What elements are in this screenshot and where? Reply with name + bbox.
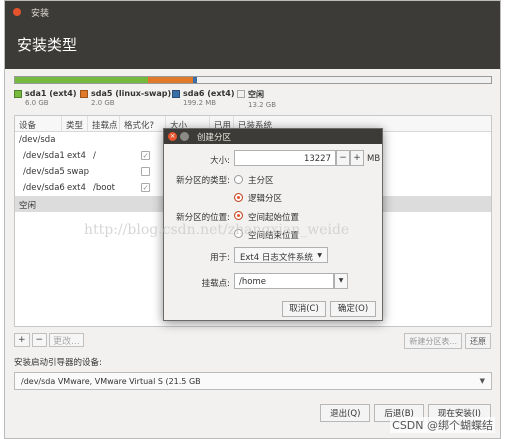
boot-device-label: 安装启动引导器的设备: xyxy=(14,358,102,368)
legend-swatch xyxy=(237,90,245,98)
use-as-label: 用于: xyxy=(210,253,230,263)
segment-sda5 xyxy=(148,77,193,83)
location-start-radio[interactable] xyxy=(234,211,243,220)
location-end-radio[interactable] xyxy=(234,229,243,238)
size-increment-button[interactable]: + xyxy=(350,150,364,166)
filesystem-value: Ext4 日志文件系统 xyxy=(240,253,313,263)
boot-device-value: /dev/sda VMware, VMware Virtual S (21.5 … xyxy=(21,377,201,386)
partition-type-label: 新分区的类型: xyxy=(176,176,230,186)
quit-button[interactable]: 退出(Q) xyxy=(320,404,371,422)
remove-partition-button[interactable]: − xyxy=(31,333,48,347)
row-type: swap xyxy=(67,167,89,177)
title-bar: 安装 安装类型 xyxy=(5,1,500,69)
partition-location-label: 新分区的位置: xyxy=(176,213,230,223)
size-unit: MB xyxy=(367,154,381,164)
partition-tools: + − 更改... xyxy=(14,333,86,347)
col-mount[interactable]: 挂载点 xyxy=(88,116,120,131)
location-start-label: 空间起始位置 xyxy=(248,213,300,223)
page-title: 安装类型 xyxy=(17,36,78,54)
primary-partition-label: 主分区 xyxy=(248,176,274,186)
boot-device-select[interactable]: /dev/sda VMware, VMware Virtual S (21.5 … xyxy=(14,372,492,390)
close-icon[interactable]: × xyxy=(168,132,177,141)
format-checkbox[interactable]: ✓ xyxy=(141,183,150,192)
ok-button[interactable]: 确定(O) xyxy=(330,301,376,317)
chevron-down-icon: ▼ xyxy=(317,252,322,259)
row-device: /dev/sda xyxy=(19,135,56,145)
row-mount: / xyxy=(93,151,96,161)
logical-partition-radio[interactable] xyxy=(234,193,243,202)
legend-sda6: sda6 (ext4) 199.2 MB xyxy=(172,89,235,107)
change-partition-button[interactable]: 更改... xyxy=(49,333,84,347)
legend-sda1: sda1 (ext4) 6.0 GB xyxy=(14,89,77,107)
primary-partition-radio[interactable] xyxy=(234,175,243,184)
window-title-row: 安装 xyxy=(13,5,49,19)
size-input[interactable]: 13227 xyxy=(234,150,336,166)
row-type: ext4 xyxy=(67,151,86,161)
row-device: /dev/sda1 xyxy=(23,151,65,161)
add-partition-button[interactable]: + xyxy=(14,333,30,347)
window-title: 安装 xyxy=(31,8,50,19)
size-decrement-button[interactable]: − xyxy=(336,150,350,166)
dialog-title-bar: × 创建分区 xyxy=(164,129,382,144)
new-partition-table-button[interactable]: 新建分区表... xyxy=(404,333,462,349)
chevron-down-icon: ▼ xyxy=(479,377,485,385)
close-window-icon[interactable] xyxy=(13,8,21,16)
mount-point-label: 挂载点: xyxy=(201,279,230,289)
logical-partition-label: 逻辑分区 xyxy=(248,194,283,204)
row-type: ext4 xyxy=(67,183,86,193)
location-end-label: 空间结束位置 xyxy=(248,231,300,241)
legend-swatch xyxy=(80,90,88,98)
legend-swatch xyxy=(172,90,180,98)
filesystem-select[interactable]: Ext4 日志文件系统 ▼ xyxy=(234,247,328,263)
revert-button[interactable]: 还原 xyxy=(465,333,491,349)
dialog-title: 创建分区 xyxy=(197,132,232,143)
legend-free: 空闲 13.2 GB xyxy=(237,89,276,109)
row-device: /dev/sda6 xyxy=(23,183,65,193)
minimize-icon[interactable] xyxy=(180,132,189,141)
mount-point-dropdown-icon[interactable]: ▼ xyxy=(334,273,348,289)
col-format[interactable]: 格式化? xyxy=(120,116,166,131)
row-mount: /boot xyxy=(93,183,115,193)
legend-sda5: sda5 (linux-swap) 2.0 GB xyxy=(80,89,171,107)
size-label: 大小: xyxy=(210,156,230,166)
csdn-credit: CSDN @绑个蝴蝶结 xyxy=(390,417,495,433)
format-checkbox[interactable]: ✓ xyxy=(141,151,150,160)
legend-swatch xyxy=(14,90,22,98)
table-actions: 新建分区表... 还原 xyxy=(401,333,491,349)
segment-free xyxy=(196,77,491,83)
col-device[interactable]: 设备 xyxy=(15,116,62,131)
segment-sda1 xyxy=(15,77,149,83)
row-device: 空闲 xyxy=(19,201,37,211)
cancel-button[interactable]: 取消(C) xyxy=(282,301,326,317)
partition-usage-bar xyxy=(14,76,492,84)
col-type[interactable]: 类型 xyxy=(62,116,88,131)
mount-point-input[interactable]: /home xyxy=(234,273,334,289)
create-partition-dialog: × 创建分区 大小: 13227 − + MB 新分区的类型: 主分区 逻辑分区… xyxy=(163,128,383,321)
row-device: /dev/sda5 xyxy=(23,167,65,177)
format-checkbox[interactable] xyxy=(141,167,150,176)
